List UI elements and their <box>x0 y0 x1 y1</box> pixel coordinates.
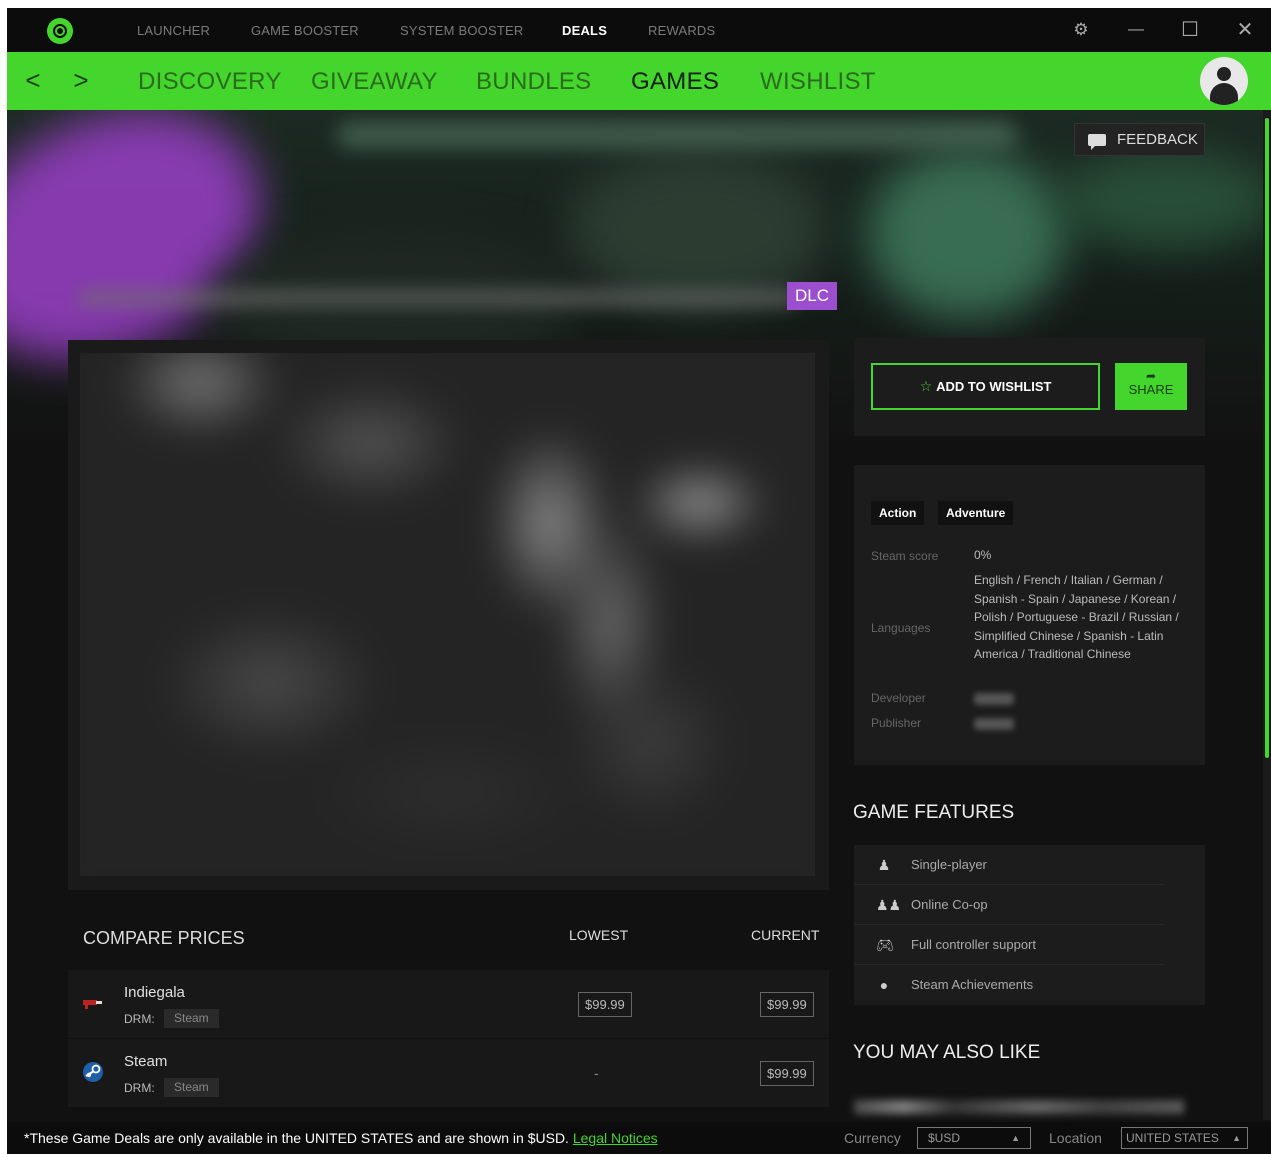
languages-value: English / French / Italian / German / Sp… <box>974 573 1179 661</box>
star-icon: ☆ <box>919 378 933 394</box>
location-label: Location <box>1049 1130 1102 1146</box>
languages-label: Languages <box>871 621 931 635</box>
forward-arrow-icon[interactable]: > <box>69 66 93 94</box>
legal-notices-link[interactable]: Legal Notices <box>573 1130 658 1146</box>
genre-tag[interactable]: Action <box>871 501 925 525</box>
steam-score-label: Steam score <box>871 549 939 563</box>
currency-value: $USD <box>928 1131 961 1145</box>
feedback-label: FEEDBACK <box>1117 131 1198 148</box>
location-value: UNITED STATES <box>1126 1131 1219 1145</box>
disclaimer-text: *These Game Deals are only available in … <box>24 1130 569 1146</box>
title-bar: LAUNCHER GAME BOOSTER SYSTEM BOOSTER DEA… <box>7 8 1271 52</box>
current-price[interactable]: $99.99 <box>760 1061 814 1086</box>
lowest-price[interactable]: $99.99 <box>578 992 632 1017</box>
share-icon: ➦ <box>1145 369 1157 383</box>
developer-value-blurred <box>974 693 1014 705</box>
add-to-wishlist-button[interactable]: ☆ ADD TO WISHLIST <box>871 363 1100 410</box>
minimize-icon[interactable]: — <box>1122 16 1150 44</box>
feature-item: ♟ Single-player <box>854 845 1165 885</box>
feature-label: Single-player <box>911 857 987 872</box>
indiegala-logo-icon <box>83 1000 102 1009</box>
recommendations-strip-blurred[interactable] <box>854 1100 1184 1114</box>
hero-art-blur <box>337 122 1017 148</box>
deals-subnav: < > DISCOVERY GIVEAWAY BUNDLES GAMES WIS… <box>7 52 1271 110</box>
drm-label: DRM: <box>124 1081 155 1095</box>
drm-tag: Steam <box>164 1078 219 1097</box>
trophy-icon: ● <box>879 977 889 993</box>
feature-item: ♟♟ Online Co-op <box>854 885 1165 925</box>
users-icon: ♟♟ <box>876 897 902 913</box>
tab-games[interactable]: GAMES <box>631 68 719 96</box>
avatar[interactable] <box>1200 57 1248 105</box>
person-icon: ♟ <box>877 857 891 873</box>
region-disclaimer: *These Game Deals are only available in … <box>24 1130 658 1146</box>
settings-icon[interactable]: ⚙ <box>1067 16 1095 44</box>
developer-label: Developer <box>871 691 926 705</box>
feature-label: Full controller support <box>911 937 1036 952</box>
feature-item: ● Steam Achievements <box>854 965 1165 1005</box>
features-panel: ♟ Single-player ♟♟ Online Co-op 🎮︎ Full … <box>854 845 1205 1005</box>
drm-label: DRM: <box>124 1012 155 1026</box>
share-button[interactable]: ➦ SHARE <box>1115 363 1187 410</box>
gamepad-icon: 🎮︎ <box>876 937 894 953</box>
wishlist-label: ADD TO WISHLIST <box>936 379 1052 394</box>
feature-item: 🎮︎ Full controller support <box>854 925 1165 965</box>
topnav-launcher[interactable]: LAUNCHER <box>137 23 210 38</box>
col-current-header: CURRENT <box>751 927 820 943</box>
topnav-deals[interactable]: DEALS <box>562 23 607 38</box>
tab-discovery[interactable]: DISCOVERY <box>138 68 282 96</box>
scrollbar-thumb[interactable] <box>1265 118 1269 758</box>
screenshot-image-blurred <box>80 353 815 876</box>
chevron-up-icon: ▲ <box>1011 1133 1020 1143</box>
feature-label: Online Co-op <box>911 897 988 912</box>
compare-prices-title: COMPARE PRICES <box>83 928 245 948</box>
drm-tag: Steam <box>164 1009 219 1028</box>
you-may-also-like-title: YOU MAY ALSO LIKE <box>853 1042 1041 1063</box>
store-name: Indiegala <box>124 984 185 1001</box>
current-price[interactable]: $99.99 <box>760 992 814 1017</box>
publisher-value-blurred <box>974 718 1014 730</box>
feature-label: Steam Achievements <box>911 977 1034 992</box>
tab-giveaway[interactable]: GIVEAWAY <box>311 68 438 96</box>
lowest-price: - <box>594 1065 599 1081</box>
col-lowest-header: LOWEST <box>569 927 629 943</box>
genre-tag[interactable]: Adventure <box>938 501 1014 525</box>
topnav-game-booster[interactable]: GAME BOOSTER <box>251 23 359 38</box>
razer-cortex-logo[interactable] <box>47 18 73 44</box>
deals-footer: *These Game Deals are only available in … <box>7 1122 1271 1154</box>
tab-bundles[interactable]: BUNDLES <box>476 68 591 96</box>
steam-logo-icon <box>83 1062 103 1082</box>
publisher-label: Publisher <box>871 716 922 730</box>
store-name: Steam <box>124 1053 168 1070</box>
close-icon[interactable]: ✕ <box>1231 16 1259 44</box>
currency-select[interactable]: $USD ▲ <box>917 1127 1031 1149</box>
avatar-head <box>1217 67 1231 81</box>
razer-cortex-window: LAUNCHER GAME BOOSTER SYSTEM BOOSTER DEA… <box>7 8 1271 1154</box>
maximize-icon[interactable]: ☐ <box>1176 16 1204 44</box>
hero-art-blur <box>867 150 1067 320</box>
game-screenshot[interactable] <box>80 353 815 876</box>
share-label: SHARE <box>1128 382 1174 397</box>
topnav-rewards[interactable]: REWARDS <box>648 23 715 38</box>
chevron-up-icon: ▲ <box>1232 1133 1241 1143</box>
hero-art-blur <box>1057 150 1263 250</box>
game-features-title: GAME FEATURES <box>853 802 1015 823</box>
dlc-badge: DLC <box>787 282 837 310</box>
price-row-indiegala[interactable]: Indiegala DRM: Steam $99.99 $99.99 <box>68 970 829 1038</box>
avatar-body <box>1210 83 1238 105</box>
currency-label: Currency <box>844 1130 901 1146</box>
price-row-steam[interactable]: Steam DRM: Steam - $99.99 <box>68 1039 829 1107</box>
chat-bubble-icon <box>1088 134 1106 150</box>
game-title-blurred <box>77 288 797 308</box>
tab-wishlist[interactable]: WISHLIST <box>760 68 876 96</box>
feedback-button[interactable]: FEEDBACK <box>1074 123 1205 156</box>
location-select[interactable]: UNITED STATES ▲ <box>1121 1127 1248 1149</box>
steam-score-value: 0% <box>974 548 992 562</box>
topnav-system-booster[interactable]: SYSTEM BOOSTER <box>400 23 523 38</box>
back-arrow-icon[interactable]: < <box>21 66 45 94</box>
